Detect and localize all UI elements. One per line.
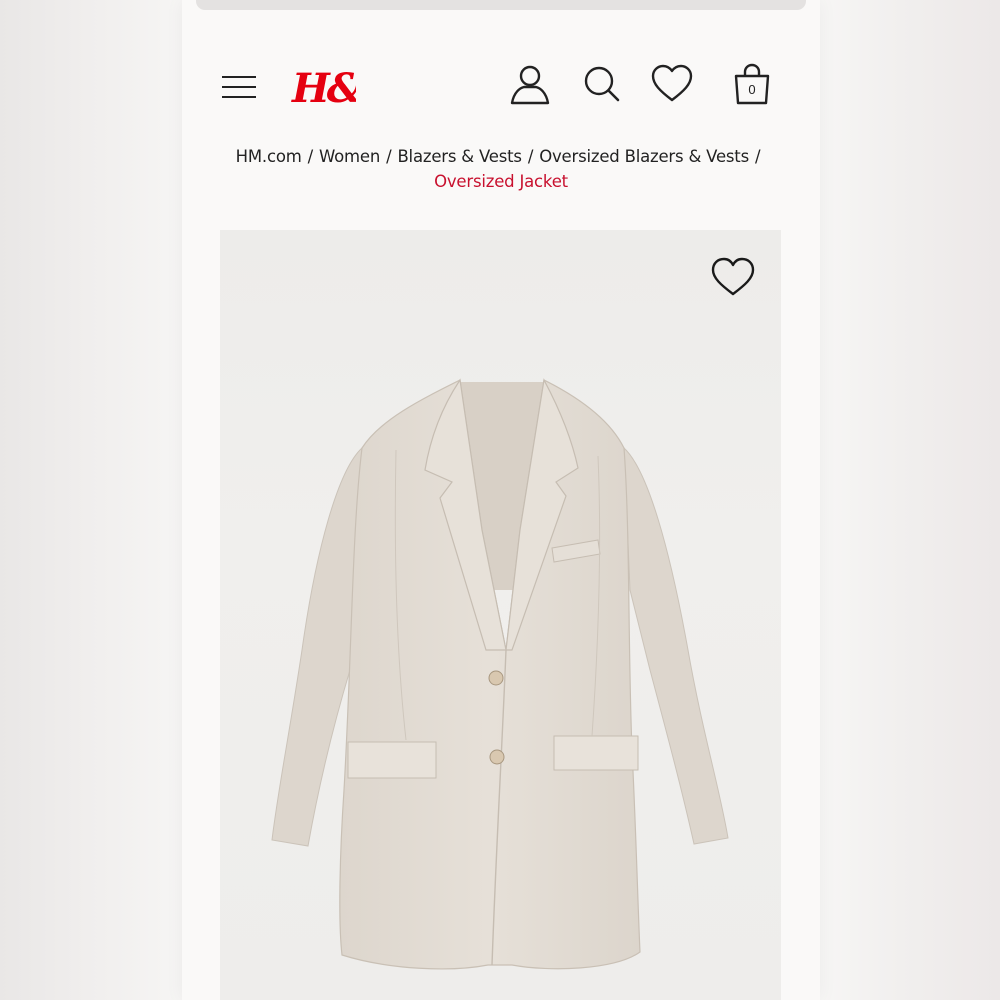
heart-icon[interactable] <box>650 62 694 106</box>
blazer-illustration <box>271 378 729 970</box>
breadcrumb-separator: / <box>527 147 534 166</box>
browser-viewport: H&M 0 HM.com / Women / Blazers & Vests / Overs… <box>182 0 820 1000</box>
breadcrumb-separator: / <box>307 147 314 166</box>
breadcrumb-current-page: Oversized Jacket <box>434 172 568 191</box>
hm-logo[interactable]: H&M <box>290 60 356 110</box>
breadcrumb-oversized-blazers-vests[interactable]: Oversized Blazers & Vests <box>539 147 749 166</box>
product-image[interactable] <box>220 230 781 1000</box>
breadcrumb-women[interactable]: Women <box>319 147 380 166</box>
address-bar[interactable] <box>196 0 806 10</box>
brand-text: H&M <box>291 65 356 110</box>
breadcrumb-separator: / <box>386 147 392 166</box>
shopping-bag-icon[interactable]: 0 <box>730 62 774 106</box>
hamburger-menu-icon[interactable] <box>222 74 258 100</box>
breadcrumb-hm-com[interactable]: HM.com <box>236 147 302 166</box>
breadcrumb: HM.com / Women / Blazers & Vests / Oversized B… <box>202 144 800 194</box>
account-icon[interactable] <box>508 62 552 106</box>
breadcrumb-separator: / <box>754 147 761 166</box>
breadcrumb-blazers-vests[interactable]: Blazers & Vests <box>397 147 522 166</box>
search-icon[interactable] <box>580 62 624 106</box>
cart-count: 0 <box>748 82 755 97</box>
